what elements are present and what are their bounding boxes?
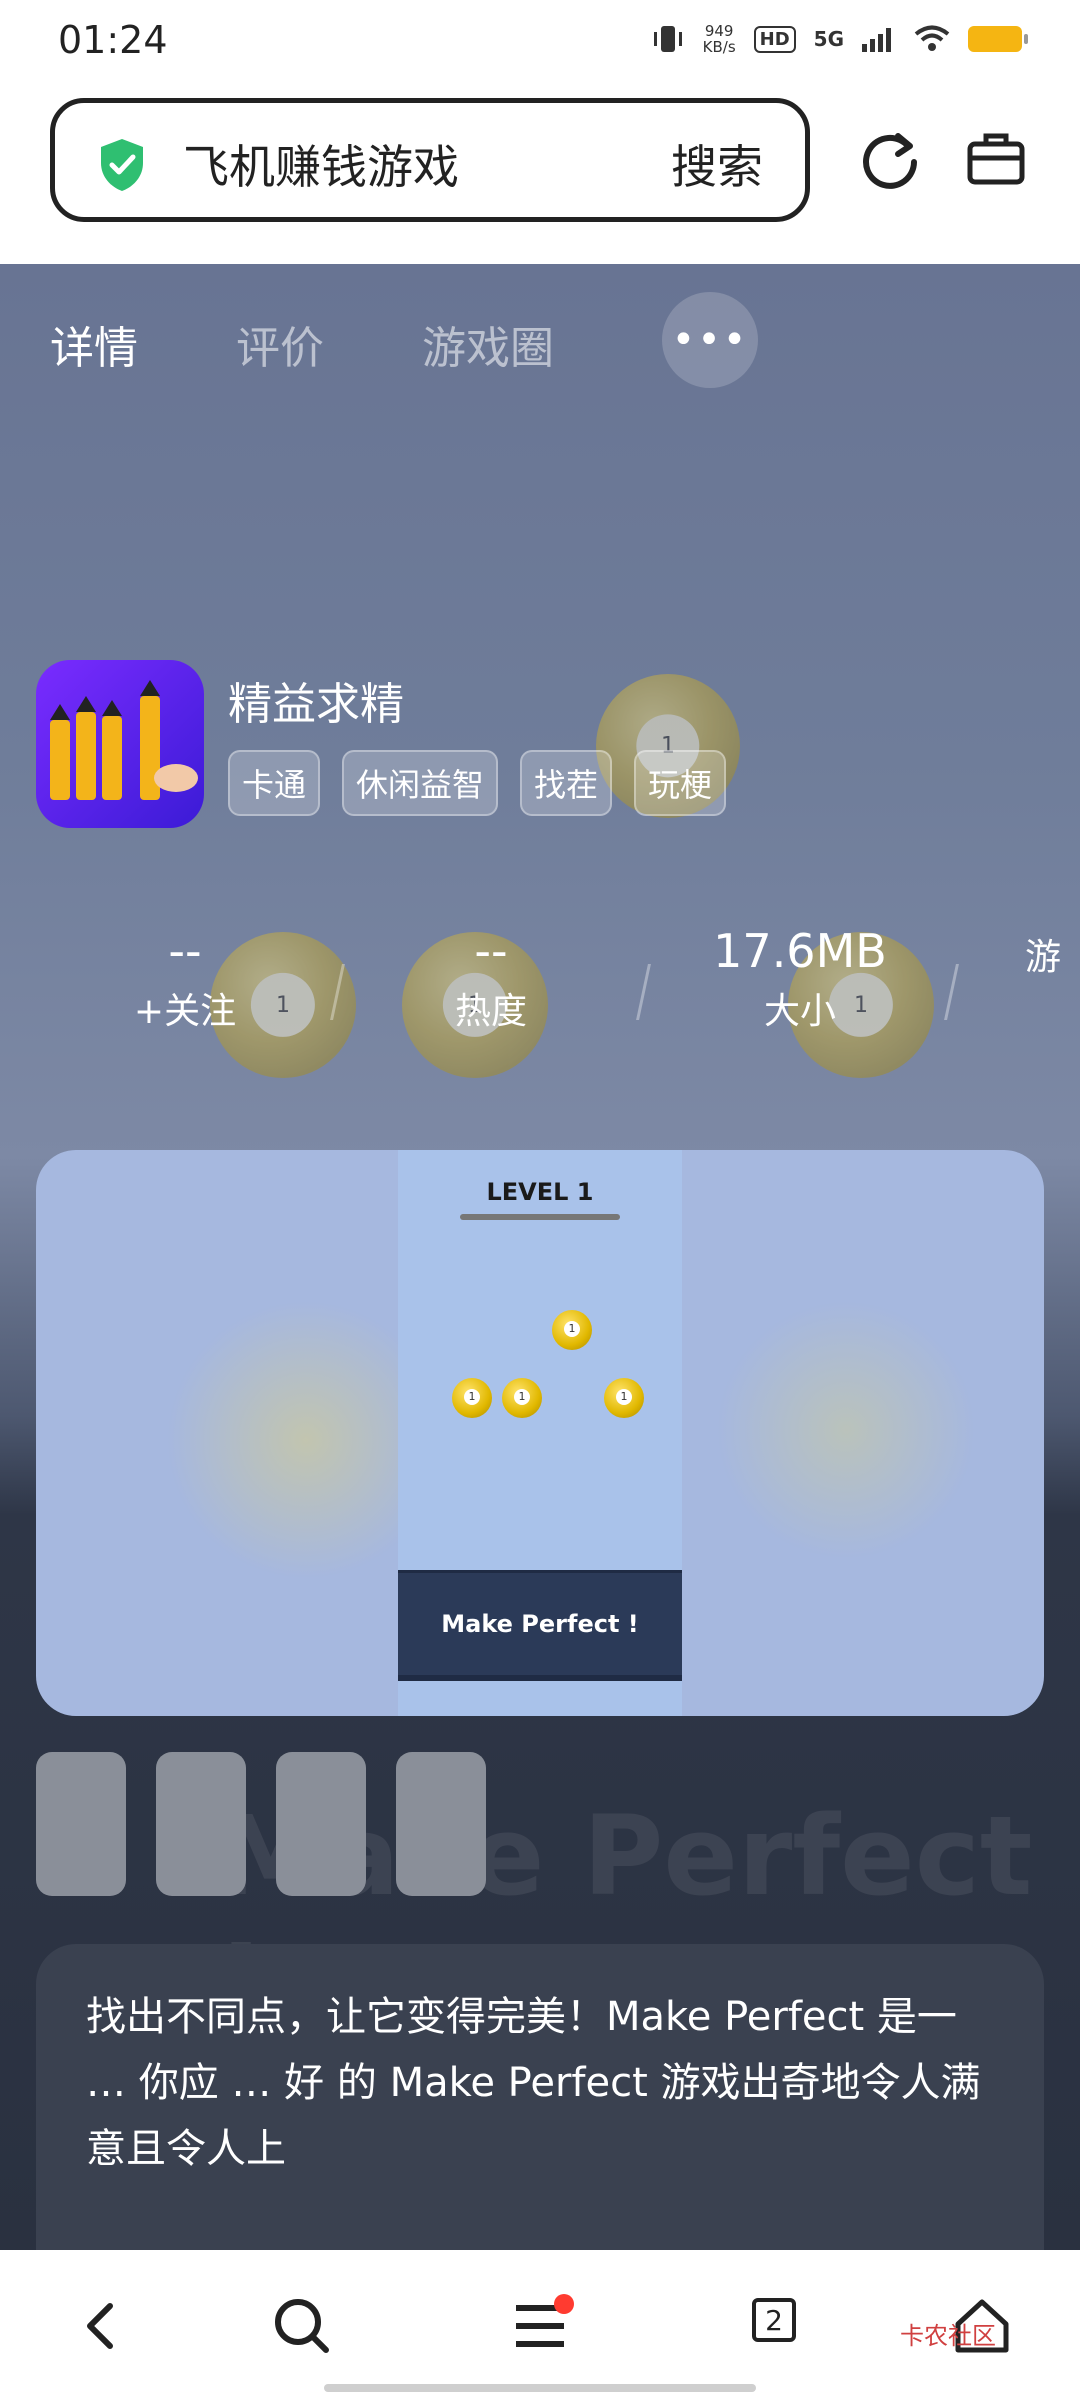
screenshot-preview[interactable]: LEVEL 1 Make Perfect ! — [36, 1150, 1044, 1716]
tag[interactable]: 卡通 — [228, 750, 321, 816]
stat-size: 17.6MB 大小 — [700, 924, 900, 1034]
search-input[interactable]: 飞机赚钱游戏 搜索 — [50, 98, 810, 222]
vibrate-icon — [653, 26, 682, 52]
search-query: 飞机赚钱游戏 — [183, 140, 459, 194]
tab-game-circle[interactable]: 游戏圈 — [422, 312, 554, 376]
stat-value: -- — [168, 924, 202, 978]
highlighter-pens-icon — [50, 680, 198, 800]
battery-icon — [968, 26, 1028, 52]
toolbox-icon[interactable] — [966, 128, 1026, 188]
status-time: 01:24 — [58, 18, 168, 62]
status-icons: 949 KB/s HD 5G — [651, 22, 1028, 56]
ball-icon — [604, 1378, 644, 1418]
hd-badge: HD — [753, 25, 796, 53]
refresh-icon[interactable] — [858, 128, 922, 192]
stat-value: 17.6MB — [713, 924, 887, 978]
status-bar: 01:24 949 KB/s HD 5G — [0, 0, 1080, 80]
bottom-nav: 2 卡农社区 — [0, 2250, 1080, 2400]
game-screenshot: LEVEL 1 Make Perfect ! — [398, 1150, 682, 1716]
tab-count-button[interactable]: 2 — [752, 2298, 796, 2342]
app-name: 精益求精 — [228, 679, 404, 730]
level-progress-bar — [460, 1214, 620, 1220]
stat-follow[interactable]: -- +关注 — [110, 924, 260, 1034]
divider — [944, 964, 959, 1020]
search-header: 飞机赚钱游戏 搜索 — [0, 80, 1080, 264]
stat-label: +关注 — [133, 991, 237, 1032]
network-type: 5G — [813, 27, 844, 51]
net-speed-unit: KB/s — [702, 38, 736, 56]
app-stats: -- +关注 -- 热度 17.6MB 大小 游 — [0, 924, 1080, 1044]
blur-decoration — [716, 1300, 976, 1560]
watermark: 卡农社区 — [900, 2322, 996, 2350]
thumbnail[interactable] — [36, 1752, 126, 1896]
notification-dot — [554, 2294, 574, 2314]
level-label: LEVEL 1 — [486, 1178, 594, 1206]
ball-icon — [552, 1310, 592, 1350]
make-perfect-banner: Make Perfect ! — [398, 1570, 682, 1681]
back-icon[interactable] — [70, 2294, 134, 2358]
ball-icon — [452, 1378, 492, 1418]
search-button[interactable]: 搜索 — [671, 131, 763, 197]
thumbnail[interactable] — [276, 1752, 366, 1896]
tag[interactable]: 休闲益智 — [342, 750, 499, 816]
more-options-button[interactable]: ••• — [662, 292, 758, 388]
net-speed: 949 KB/s — [703, 23, 736, 55]
app-icon — [36, 660, 204, 828]
stat-label: 热度 — [454, 991, 527, 1032]
stat-value: -- — [474, 924, 508, 978]
divider — [636, 964, 651, 1020]
ball-icon — [502, 1378, 542, 1418]
stat-popularity: -- 热度 — [416, 924, 566, 1034]
thumbnail[interactable] — [396, 1752, 486, 1896]
description-text: 找出不同点，让它变得完美！Make Perfect 是一 … 你应 … 好 的 … — [86, 1994, 981, 2172]
divider — [330, 964, 345, 1020]
shield-icon — [101, 139, 143, 191]
detail-tabs: 详情 评价 游戏圈 — [50, 312, 652, 376]
thumbnail[interactable] — [156, 1752, 246, 1896]
stat-label: 游 — [1024, 937, 1061, 978]
tab-reviews[interactable]: 评价 — [236, 312, 324, 376]
tag[interactable]: 玩梗 — [634, 750, 727, 816]
search-icon[interactable] — [270, 2294, 334, 2358]
stat-label: 大小 — [763, 991, 836, 1032]
stat-extra: 游 — [1008, 924, 1078, 980]
net-speed-value: 949 — [704, 22, 734, 40]
app-tags: 卡通 休闲益智 找茬 玩梗 — [228, 750, 727, 816]
wifi-icon — [914, 25, 950, 51]
tab-details[interactable]: 详情 — [50, 312, 138, 376]
signal-icon — [862, 28, 891, 52]
game-detail-page: 详情 评价 游戏圈 ••• 1 1 1 1 精益求精 卡通 休闲益智 找茬 玩梗… — [0, 264, 1080, 2250]
tag[interactable]: 找茬 — [520, 750, 613, 816]
home-indicator[interactable] — [324, 2384, 756, 2392]
screenshot-thumbnails — [36, 1752, 486, 1896]
description-card[interactable]: 找出不同点，让它变得完美！Make Perfect 是一 … 你应 … 好 的 … — [36, 1944, 1044, 2250]
